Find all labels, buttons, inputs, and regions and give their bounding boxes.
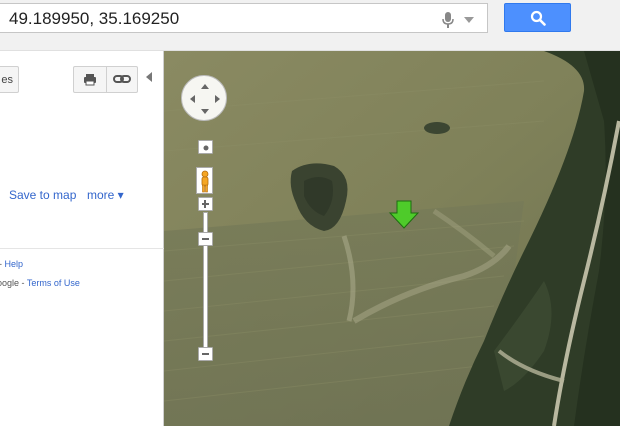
zoom-out-button[interactable] bbox=[198, 347, 213, 361]
search-button[interactable] bbox=[504, 3, 571, 32]
zoom-slider-handle[interactable] bbox=[198, 232, 213, 246]
print-icon bbox=[84, 74, 96, 86]
pegman[interactable] bbox=[196, 167, 213, 194]
search-query-text: 49.189950, 35.169250 bbox=[9, 9, 180, 28]
satellite-map[interactable] bbox=[164, 51, 620, 426]
pan-arrows-icon bbox=[190, 84, 220, 114]
handle-bar bbox=[202, 238, 209, 240]
minus-icon bbox=[202, 353, 209, 355]
terms-of-use-link[interactable]: Terms of Use bbox=[27, 278, 80, 288]
truncated-button[interactable]: es bbox=[0, 66, 19, 93]
footer-line-1: - Help bbox=[0, 259, 23, 269]
search-icon bbox=[530, 10, 546, 26]
footer-line-2: oogle - Terms of Use bbox=[0, 278, 80, 288]
more-link[interactable]: more ▾ bbox=[87, 188, 124, 202]
locate-button[interactable] bbox=[198, 140, 213, 154]
print-button[interactable] bbox=[74, 67, 107, 92]
zoom-in-button[interactable] bbox=[198, 197, 213, 211]
pan-control[interactable] bbox=[181, 75, 227, 121]
search-input[interactable]: 49.189950, 35.169250 bbox=[0, 3, 488, 33]
help-link[interactable]: Help bbox=[5, 259, 24, 269]
collapse-arrow-icon[interactable] bbox=[146, 72, 152, 82]
plus-icon-v bbox=[204, 200, 206, 208]
dot-icon bbox=[203, 145, 209, 151]
pegman-icon bbox=[201, 170, 209, 193]
footer-prefix-1: - bbox=[0, 259, 2, 269]
truncated-button-label: es bbox=[1, 74, 13, 86]
satellite-imagery bbox=[164, 51, 620, 426]
share-button-group bbox=[73, 66, 138, 93]
top-bar: 49.189950, 35.169250 bbox=[0, 0, 620, 51]
link-icon bbox=[113, 75, 131, 83]
mic-icon[interactable] bbox=[440, 11, 456, 29]
left-panel: es Save to map more ▾ - Help oogle - Ter… bbox=[0, 51, 164, 426]
link-button[interactable] bbox=[107, 67, 138, 92]
footer-prefix-2: oogle - bbox=[0, 278, 25, 288]
divider bbox=[0, 248, 164, 249]
caret-down-icon[interactable] bbox=[464, 17, 474, 23]
save-to-map-link[interactable]: Save to map bbox=[9, 188, 76, 202]
